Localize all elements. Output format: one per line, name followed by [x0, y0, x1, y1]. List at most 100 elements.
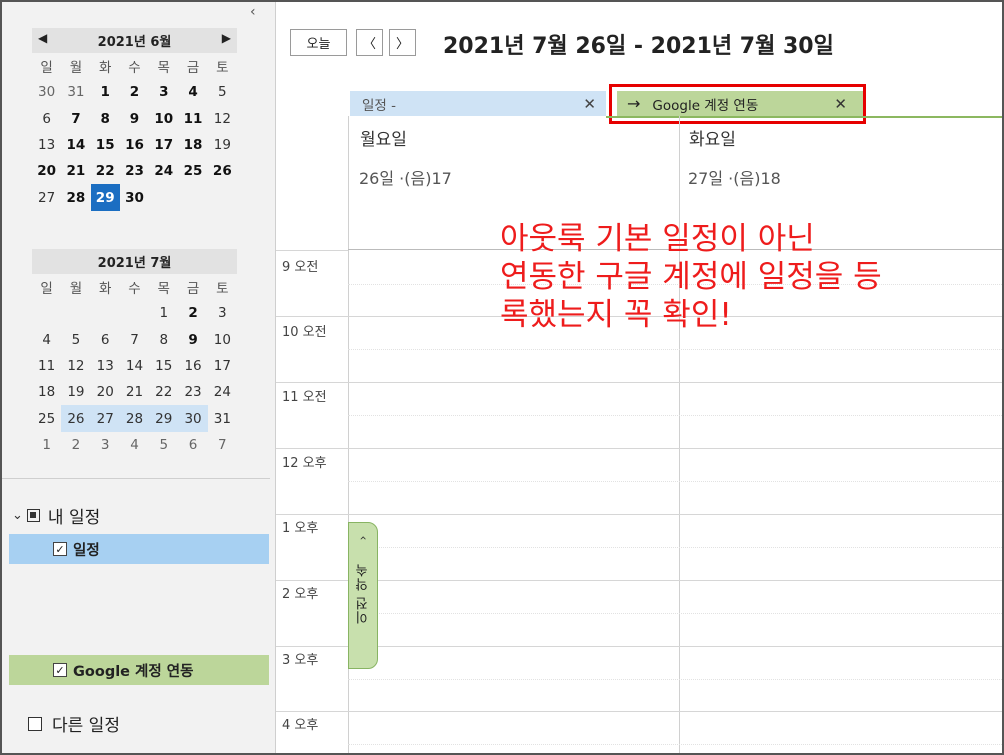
day-cell[interactable]: 26	[208, 158, 237, 184]
day-cell[interactable]: 5	[149, 432, 178, 458]
half-hour-line	[348, 613, 1002, 614]
day-cell[interactable]: 11	[178, 106, 207, 132]
day-cell[interactable]: 30	[120, 184, 149, 210]
day-cell[interactable]: 12	[208, 106, 237, 132]
hour-label: 9 오전	[282, 260, 319, 275]
day-cell[interactable]: 18	[32, 379, 61, 405]
day-cell[interactable]: 8	[149, 327, 178, 353]
day-cell[interactable]: 7	[120, 327, 149, 353]
group-checkbox-icon[interactable]	[26, 509, 40, 522]
day-cell[interactable]: 24	[208, 379, 237, 405]
day-cell[interactable]: 23	[178, 379, 207, 405]
day-cell[interactable]: 7	[208, 432, 237, 458]
day-cell[interactable]: 15	[149, 353, 178, 379]
day-cell[interactable]: 21	[120, 379, 149, 405]
day-cell[interactable]: 14	[120, 353, 149, 379]
empty-cell	[32, 300, 61, 326]
day-cell[interactable]: 16	[120, 132, 149, 158]
today-button[interactable]: 오늘	[290, 29, 347, 56]
day-cell-selected[interactable]: 28	[119, 405, 150, 432]
day-cell[interactable]: 3	[149, 79, 178, 105]
day-cell[interactable]: 12	[61, 353, 90, 379]
day-cell[interactable]: 28	[61, 184, 90, 210]
day-cell[interactable]: 4	[178, 79, 207, 105]
day-cell[interactable]: 8	[91, 106, 120, 132]
weekday-label: 토	[216, 60, 229, 77]
day-cell[interactable]: 9	[178, 327, 207, 353]
day-cell[interactable]: 21	[61, 158, 90, 184]
day-cell[interactable]: 25	[32, 405, 61, 431]
today-cell[interactable]: 29	[90, 184, 120, 211]
day-cell[interactable]: 19	[61, 379, 90, 405]
day-cell[interactable]: 1	[91, 79, 120, 105]
day-cell[interactable]: 15	[91, 132, 120, 158]
day-cell[interactable]: 4	[120, 432, 149, 458]
other-calendars-group[interactable]: 다른 일정	[28, 711, 120, 736]
time-gutter-line	[276, 250, 348, 251]
day-cell[interactable]: 3	[91, 432, 120, 458]
day-cell[interactable]: 31	[208, 405, 237, 431]
day-cell[interactable]: 24	[149, 158, 178, 184]
day-cell[interactable]: 17	[208, 353, 237, 379]
minical-july: 2021년 7월 일 월 화 수 목 금 토 1 2 3 4 5 6 7 8 9…	[32, 249, 237, 458]
calendar-item-default[interactable]: ✓ 일정	[9, 534, 269, 564]
day-cell[interactable]: 13	[32, 132, 61, 158]
day-cell[interactable]: 7	[61, 106, 90, 132]
close-icon[interactable]: ✕	[583, 95, 596, 113]
day-cell[interactable]: 1	[32, 432, 61, 458]
day-cell[interactable]: 1	[149, 300, 178, 326]
day-cell[interactable]: 14	[61, 132, 90, 158]
chevron-up-icon: ‹	[356, 535, 370, 541]
day-cell[interactable]: 2	[120, 79, 149, 105]
day-cell[interactable]: 4	[32, 327, 61, 353]
collapse-pane-icon[interactable]: ‹	[250, 4, 256, 20]
day-cell[interactable]: 5	[61, 327, 90, 353]
my-calendars-group[interactable]: ⌄ 내 일정	[12, 503, 100, 528]
next-week-button[interactable]: 〉	[389, 29, 416, 56]
day-cell[interactable]: 3	[208, 300, 237, 326]
day-cell[interactable]: 22	[91, 158, 120, 184]
chevron-down-icon[interactable]: ⌄	[12, 508, 23, 523]
day-cell[interactable]: 22	[149, 379, 178, 405]
half-hour-line	[348, 679, 1002, 680]
day-cell[interactable]: 9	[120, 106, 149, 132]
previous-appointment-button[interactable]: ‹ 이전 약속	[348, 522, 378, 669]
day-cell[interactable]: 2	[61, 432, 90, 458]
prev-month-icon[interactable]: ◀	[38, 31, 47, 45]
day-cell[interactable]: 11	[32, 353, 61, 379]
day-cell[interactable]: 10	[149, 106, 178, 132]
day-cell[interactable]: 2	[178, 300, 207, 326]
day-cell[interactable]: 25	[178, 158, 207, 184]
day-cell-selected[interactable]: 29	[149, 405, 179, 432]
chevron-right-icon: 〉	[395, 37, 409, 52]
day-cell[interactable]: 17	[149, 132, 178, 158]
day-cell-selected[interactable]: 30	[178, 405, 208, 432]
day-cell[interactable]: 20	[91, 379, 120, 405]
day-cell[interactable]: 27	[32, 184, 61, 210]
day-cell[interactable]: 6	[32, 106, 61, 132]
checkbox-empty-icon[interactable]	[28, 716, 42, 731]
weekday-label: 목	[157, 281, 170, 298]
next-month-icon[interactable]: ▶	[222, 31, 231, 45]
empty-cell	[61, 300, 90, 326]
day-cell[interactable]: 10	[208, 327, 237, 353]
day-cell[interactable]: 31	[61, 79, 90, 105]
day-cell[interactable]: 6	[178, 432, 207, 458]
day-cell[interactable]: 16	[178, 353, 207, 379]
tab-default-calendar[interactable]: 일정 - ✕	[350, 91, 606, 116]
day-cell[interactable]: 20	[32, 158, 61, 184]
day-cell[interactable]: 6	[91, 327, 120, 353]
checkbox-checked-icon[interactable]: ✓	[53, 663, 67, 677]
calendar-item-google[interactable]: ✓ Google 계정 연동	[9, 655, 269, 685]
checkbox-checked-icon[interactable]: ✓	[53, 542, 67, 556]
day-cell-selected[interactable]: 26	[61, 405, 91, 432]
day-cell[interactable]: 30	[32, 79, 61, 105]
prev-week-button[interactable]: 〈	[356, 29, 383, 56]
day-cell[interactable]: 13	[91, 353, 120, 379]
day-cell[interactable]: 19	[208, 132, 237, 158]
day-cell[interactable]: 5	[208, 79, 237, 105]
weekday-label: 금	[186, 60, 200, 77]
day-cell-selected[interactable]: 27	[90, 405, 120, 432]
day-cell[interactable]: 18	[178, 132, 207, 158]
day-cell[interactable]: 23	[120, 158, 149, 184]
